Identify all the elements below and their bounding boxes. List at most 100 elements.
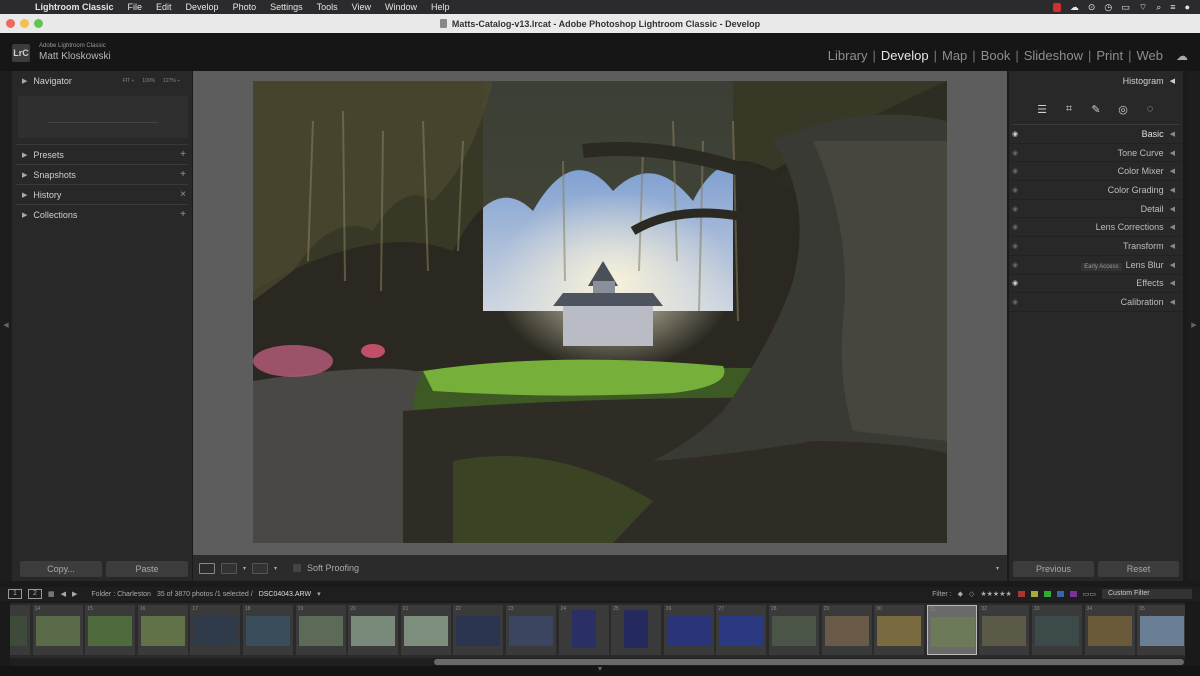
control-center-icon[interactable]: ≡	[1170, 2, 1175, 12]
zoom-fit[interactable]: FIT ÷	[123, 78, 135, 84]
soft-proofing-checkbox[interactable]	[293, 564, 302, 572]
bottom-panel-edge[interactable]: ▼	[0, 666, 1200, 676]
filmstrip-thumbnail[interactable]: 26	[663, 605, 714, 655]
section-basic[interactable]: ◉ Basic ◀	[1009, 125, 1183, 144]
play-icon[interactable]: ⊙	[1088, 2, 1096, 13]
filmstrip-thumbnail[interactable]: 31	[926, 605, 977, 655]
collapse-right-icon[interactable]: ▶	[1188, 321, 1200, 329]
filmstrip-thumbnail[interactable]: 14	[32, 605, 83, 655]
disclosure-triangle-icon[interactable]: ◀	[1170, 205, 1175, 213]
cloud-sync-icon[interactable]: ☁	[1070, 2, 1079, 13]
section-color-mixer[interactable]: ◉ Color Mixer ◀	[1009, 162, 1183, 182]
filmstrip-thumbnail[interactable]: 23	[506, 605, 556, 655]
navigator-slider[interactable]	[48, 122, 158, 123]
paste-settings-button[interactable]: Paste	[106, 561, 188, 577]
section-color-grading[interactable]: ◉ Color Grading ◀	[1009, 181, 1183, 200]
filmstrip-thumbnail[interactable]: 29	[821, 605, 872, 655]
selected-filename[interactable]: DSC04043.ARW	[259, 591, 311, 598]
healing-icon[interactable]: ✎	[1089, 103, 1103, 116]
filmstrip-thumbnail[interactable]	[10, 605, 30, 655]
filter-lock-icon[interactable]: ▭▭	[1083, 590, 1096, 598]
visibility-eye-icon[interactable]: ◉	[1012, 205, 1022, 213]
right-panel-edge[interactable]: ▶	[1188, 71, 1200, 581]
filmstrip-scrollbar[interactable]	[10, 658, 1185, 666]
menu-edit[interactable]: Edit	[149, 2, 179, 12]
visibility-eye-icon[interactable]: ◉	[1012, 149, 1022, 157]
filmstrip-thumbnail[interactable]: 18	[243, 605, 293, 655]
menu-photo[interactable]: Photo	[226, 2, 264, 12]
filmstrip-thumbnail[interactable]: 33	[1032, 605, 1082, 655]
color-label-red[interactable]	[1017, 591, 1025, 597]
module-map[interactable]: Map	[937, 48, 972, 63]
search-icon[interactable]: ⌕	[1156, 2, 1161, 13]
main-window-button[interactable]: 1	[8, 589, 22, 599]
menu-settings[interactable]: Settings	[263, 2, 310, 12]
add-snapshot-button[interactable]: +	[180, 169, 186, 180]
filmstrip-thumbnail[interactable]: 27	[716, 605, 767, 655]
disclosure-triangle-icon[interactable]: ◀	[1170, 77, 1175, 85]
section-effects[interactable]: ◉ Effects ◀	[1009, 275, 1183, 294]
grid-view-icon[interactable]: ▦	[48, 590, 55, 598]
battery-icon[interactable]: ▭	[1121, 2, 1130, 13]
section-detail[interactable]: ◉ Detail ◀	[1009, 200, 1183, 219]
visibility-eye-icon[interactable]: ◉	[1012, 261, 1022, 269]
module-print[interactable]: Print	[1091, 48, 1128, 63]
module-library[interactable]: Library	[823, 48, 873, 63]
visibility-eye-icon[interactable]: ◉	[1012, 167, 1022, 175]
section-lens-blur[interactable]: ◉ Early Access Lens Blur ◀	[1009, 256, 1183, 275]
filmstrip-thumbnail[interactable]: 32	[979, 605, 1030, 655]
masking-icon[interactable]: ◌	[1143, 103, 1157, 115]
chevron-down-icon[interactable]: ▾	[274, 565, 277, 572]
clear-history-button[interactable]: ×	[180, 189, 186, 200]
filmstrip-thumbnail[interactable]: 35	[1137, 605, 1185, 655]
wifi-icon[interactable]: ⌔	[1139, 2, 1147, 13]
back-arrow-icon[interactable]: ◀	[61, 590, 66, 598]
zoom-100[interactable]: 100%	[142, 78, 155, 84]
siri-icon[interactable]: ●	[1185, 2, 1190, 12]
disclosure-triangle-icon[interactable]: ◀	[1170, 149, 1175, 157]
star-filter-icon[interactable]: ★★★★★	[980, 590, 1011, 598]
reset-button[interactable]: Reset	[1098, 561, 1179, 577]
navigator-header[interactable]: ▶ Navigator FIT ÷ 100% 127% ÷	[12, 71, 192, 90]
cloud-status-icon[interactable]: ☁	[1176, 49, 1188, 63]
record-icon[interactable]	[1052, 2, 1061, 12]
minimize-window-icon[interactable]	[20, 19, 29, 28]
filmstrip-thumbnail[interactable]: 34	[1084, 605, 1135, 655]
menu-develop[interactable]: Develop	[179, 2, 226, 12]
menu-app-name[interactable]: Lightroom Classic	[28, 2, 121, 12]
filmstrip-thumbnail[interactable]: 25	[611, 605, 662, 655]
secondary-window-button[interactable]: 2	[28, 589, 42, 599]
filmstrip-thumbnail[interactable]: 22	[453, 605, 504, 655]
module-web[interactable]: Web	[1132, 48, 1169, 63]
disclosure-triangle-icon[interactable]: ▶	[22, 211, 27, 219]
collapse-left-icon[interactable]: ◀	[0, 321, 12, 329]
navigator-preview[interactable]	[18, 96, 188, 138]
disclosure-triangle-icon[interactable]: ◀	[1170, 186, 1175, 194]
crop-icon[interactable]: ⌗	[1062, 103, 1076, 116]
color-label-blue[interactable]	[1056, 591, 1064, 597]
chevron-down-icon[interactable]: ▾	[243, 565, 246, 572]
disclosure-triangle-icon[interactable]: ▶	[22, 77, 27, 85]
chevron-down-icon[interactable]: ▾	[317, 590, 321, 598]
close-window-icon[interactable]	[6, 19, 15, 28]
zoom-custom[interactable]: 127% ÷	[163, 78, 180, 84]
section-transform[interactable]: ◉ Transform ◀	[1009, 237, 1183, 256]
menu-window[interactable]: Window	[378, 2, 424, 12]
toolbar-menu-icon[interactable]: ▾	[996, 565, 999, 572]
collapse-bottom-icon[interactable]: ▼	[597, 666, 604, 673]
snapshots-header[interactable]: ▶ Snapshots +	[12, 165, 192, 184]
visibility-eye-icon[interactable]: ◉	[1012, 279, 1022, 287]
module-develop[interactable]: Develop	[876, 48, 934, 63]
flag-reject-icon[interactable]: ◇	[969, 590, 974, 598]
section-calibration[interactable]: ◉ Calibration ◀	[1009, 293, 1183, 312]
color-label-green[interactable]	[1043, 591, 1051, 597]
flag-filter-icon[interactable]: ◆	[958, 590, 963, 598]
copy-settings-button[interactable]: Copy...	[20, 561, 102, 577]
before-after-swap-icon[interactable]	[252, 562, 269, 574]
module-slideshow[interactable]: Slideshow	[1019, 48, 1088, 63]
image-canvas[interactable]	[193, 71, 1007, 555]
disclosure-triangle-icon[interactable]: ▶	[22, 151, 27, 159]
visibility-eye-icon[interactable]: ◉	[1012, 223, 1022, 231]
filmstrip-thumbnail[interactable]: 28	[769, 605, 819, 655]
disclosure-triangle-icon[interactable]: ◀	[1170, 261, 1175, 269]
